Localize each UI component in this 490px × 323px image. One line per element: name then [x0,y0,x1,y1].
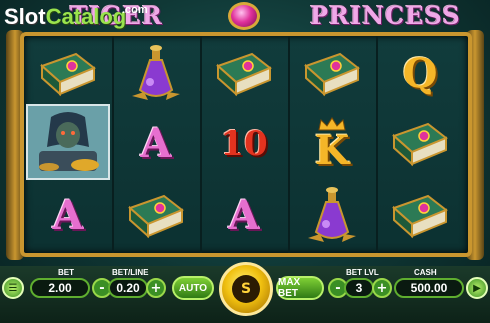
book-icon [128,194,184,239]
hooded-warrior-icon [39,112,99,171]
letter-a-symbol: A [228,192,260,239]
spin-icon: S [232,275,260,303]
letter-k-symbol: K [314,127,350,174]
max-bet-button[interactable]: MAX BET [276,276,324,300]
book-icon [304,52,360,97]
book-icon [40,52,96,97]
book-icon [216,52,272,97]
letter-a-symbol: A [140,120,172,167]
sound-button[interactable]: ▶ [466,277,488,299]
book-icon [392,194,448,239]
symbol-wild [24,106,112,178]
auto-button[interactable]: AUTO [172,276,214,300]
symbol-letter-k: K [288,108,376,180]
symbol-letter-a: A [112,108,200,180]
title-gem-icon [228,2,260,30]
symbol-ten: 10 [200,108,288,180]
symbol-letter-q: Q [376,38,464,110]
symbol-book [112,180,200,252]
symbol-book [288,38,376,110]
betline-value-field: 0.20 [108,278,148,298]
symbol-book [376,108,464,180]
watermark-suffix: .com [122,4,148,16]
potion-icon [132,45,180,100]
letter-a-symbol: A [52,192,84,239]
menu-icon: ☰ [8,282,18,294]
betlvl-plus-button[interactable]: + [372,278,392,298]
watermark-part-a: Slot [4,4,46,29]
watermark-part-b: Catalog [45,4,127,29]
watermark: SlotCatalog [4,6,126,28]
symbol-book [376,180,464,252]
symbol-book [200,38,288,110]
betlvl-value-field: 3 [344,278,374,298]
symbol-potion [288,180,376,252]
symbol-letter-a: A [24,180,112,252]
bet-value-field: 2.00 [30,278,90,298]
betline-plus-button[interactable]: + [146,278,166,298]
spin-button[interactable]: S [219,262,273,316]
cash-label: CASH [414,268,437,277]
menu-button[interactable]: ☰ [2,277,24,299]
betline-label: BET/LINE [112,268,149,277]
book-icon [392,122,448,167]
symbol-potion [112,38,200,110]
symbol-book [24,38,112,110]
potion-icon [308,187,356,242]
symbol-letter-a: A [200,180,288,252]
bet-label: BET [58,268,74,277]
betlvl-label: BET LVL [346,268,379,277]
letter-q-symbol: Q [402,50,438,97]
ten-symbol: 10 [220,124,268,164]
cash-value-field: 500.00 [394,278,464,298]
speaker-icon: ▶ [473,282,481,294]
title-right-word: PRINCESS [310,1,461,30]
